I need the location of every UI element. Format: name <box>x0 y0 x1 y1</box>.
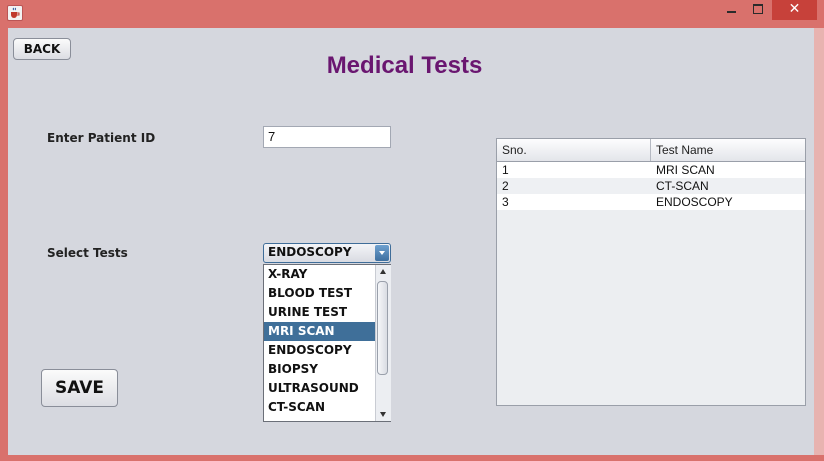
window-titlebar: ✕ <box>0 0 824 28</box>
cell-test-name: MRI SCAN <box>656 163 715 177</box>
maximize-icon <box>753 4 763 14</box>
scroll-up-arrow-icon[interactable] <box>376 265 391 279</box>
tests-dropdown-list: X-RAY BLOOD TEST URINE TEST MRI SCAN END… <box>263 264 391 422</box>
minimize-button[interactable] <box>718 0 744 20</box>
dropdown-option[interactable]: CT-SCAN <box>264 398 375 417</box>
dropdown-option-highlighted[interactable]: MRI SCAN <box>264 322 375 341</box>
scrollbar-thumb[interactable] <box>377 281 388 375</box>
chevron-down-icon[interactable] <box>375 245 389 261</box>
dropdown-option[interactable]: ENDOSCOPY <box>264 341 375 360</box>
dropdown-option[interactable]: BIOPSY <box>264 360 375 379</box>
back-button[interactable]: BACK <box>13 38 71 60</box>
save-button[interactable]: SAVE <box>41 369 118 407</box>
tests-table: Sno. Test Name 1 MRI SCAN 2 CT-SCAN 3 EN… <box>496 138 806 406</box>
dropdown-scrollbar[interactable] <box>375 265 391 421</box>
tests-combobox-value: ENDOSCOPY <box>268 245 352 259</box>
column-header-test-name[interactable]: Test Name <box>651 139 805 161</box>
cell-test-name: CT-SCAN <box>656 179 709 193</box>
patient-id-label: Enter Patient ID <box>47 131 156 145</box>
table-row[interactable]: 3 ENDOSCOPY <box>497 194 805 210</box>
cell-test-name: ENDOSCOPY <box>656 195 733 209</box>
patient-id-input[interactable]: 7 <box>263 126 391 148</box>
cell-sno: 2 <box>502 179 509 193</box>
cell-sno: 3 <box>502 195 509 209</box>
maximize-button[interactable] <box>744 0 771 20</box>
minimize-icon <box>727 11 736 13</box>
scroll-down-arrow-icon[interactable] <box>376 407 391 421</box>
table-row[interactable]: 2 CT-SCAN <box>497 178 805 194</box>
table-header: Sno. Test Name <box>497 139 805 162</box>
page-title: Medical Tests <box>326 52 483 79</box>
dropdown-option[interactable]: URINE TEST <box>264 303 375 322</box>
column-header-sno[interactable]: Sno. <box>497 139 651 161</box>
table-row[interactable]: 1 MRI SCAN <box>497 162 805 178</box>
window-bottom-border <box>0 455 824 461</box>
java-cup-icon <box>7 5 23 21</box>
tests-combobox[interactable]: ENDOSCOPY <box>263 243 391 263</box>
close-button[interactable]: ✕ <box>772 0 817 20</box>
window-right-border <box>814 28 824 461</box>
dropdown-option[interactable]: ULTRASOUND <box>264 379 375 398</box>
close-icon: ✕ <box>788 1 801 17</box>
dropdown-option[interactable]: BLOOD TEST <box>264 284 375 303</box>
main-panel: BACK Medical Tests Enter Patient ID 7 Se… <box>8 28 814 455</box>
dropdown-option[interactable]: X-RAY <box>264 265 375 284</box>
cell-sno: 1 <box>502 163 509 177</box>
select-tests-label: Select Tests <box>47 246 128 260</box>
